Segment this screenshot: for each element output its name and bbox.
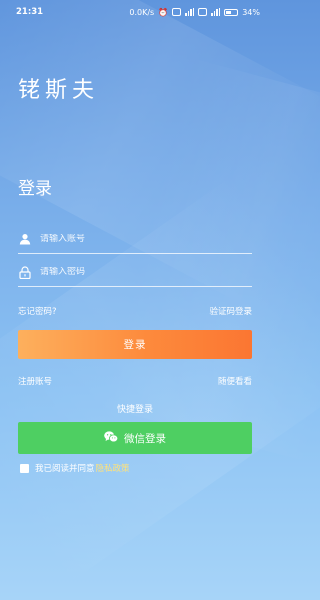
signal-icon	[211, 8, 221, 16]
app-brand-title: 铑斯夫	[18, 78, 100, 103]
account-field[interactable]	[18, 225, 252, 254]
status-bar: 21:31 0.0K/s ⏰ 34%	[0, 0, 270, 24]
agreement-row: 我已阅读并同意 隐私政策	[20, 462, 130, 474]
hd-icon	[198, 8, 208, 16]
browse-link[interactable]: 随便看看	[218, 375, 252, 387]
password-field[interactable]	[18, 258, 252, 287]
hd-icon	[172, 8, 182, 16]
login-button[interactable]: 登录	[18, 330, 252, 359]
signal-icon	[185, 8, 195, 16]
battery-level: 34%	[242, 7, 260, 17]
secondary-links-row: 注册账号 随便看看	[18, 375, 252, 387]
battery-icon	[224, 8, 239, 16]
password-input[interactable]	[40, 267, 252, 277]
register-link[interactable]: 注册账号	[18, 375, 52, 387]
wechat-login-label: 微信登录	[124, 432, 166, 445]
quick-login-label: 快捷登录	[116, 405, 153, 415]
agree-text: 我已阅读并同意	[35, 464, 95, 474]
wechat-login-button[interactable]: 微信登录	[18, 422, 252, 454]
auth-links-row: 忘记密码? 验证码登录	[18, 305, 252, 317]
status-icons: 0.0K/s ⏰ 34%	[129, 8, 260, 17]
wechat-icon	[104, 430, 119, 446]
network-speed: 0.0K/s	[129, 7, 155, 17]
account-input[interactable]	[40, 234, 252, 244]
alarm-icon: ⏰	[158, 7, 169, 17]
privacy-policy-link[interactable]: 隐私政策	[96, 462, 130, 474]
login-heading: 登录	[18, 179, 52, 199]
user-icon	[18, 232, 32, 246]
status-time: 21:31	[16, 7, 44, 17]
lock-icon	[18, 265, 32, 279]
forgot-password-link[interactable]: 忘记密码?	[18, 305, 57, 317]
agree-checkbox[interactable]	[20, 463, 29, 473]
code-login-link[interactable]: 验证码登录	[209, 305, 252, 317]
